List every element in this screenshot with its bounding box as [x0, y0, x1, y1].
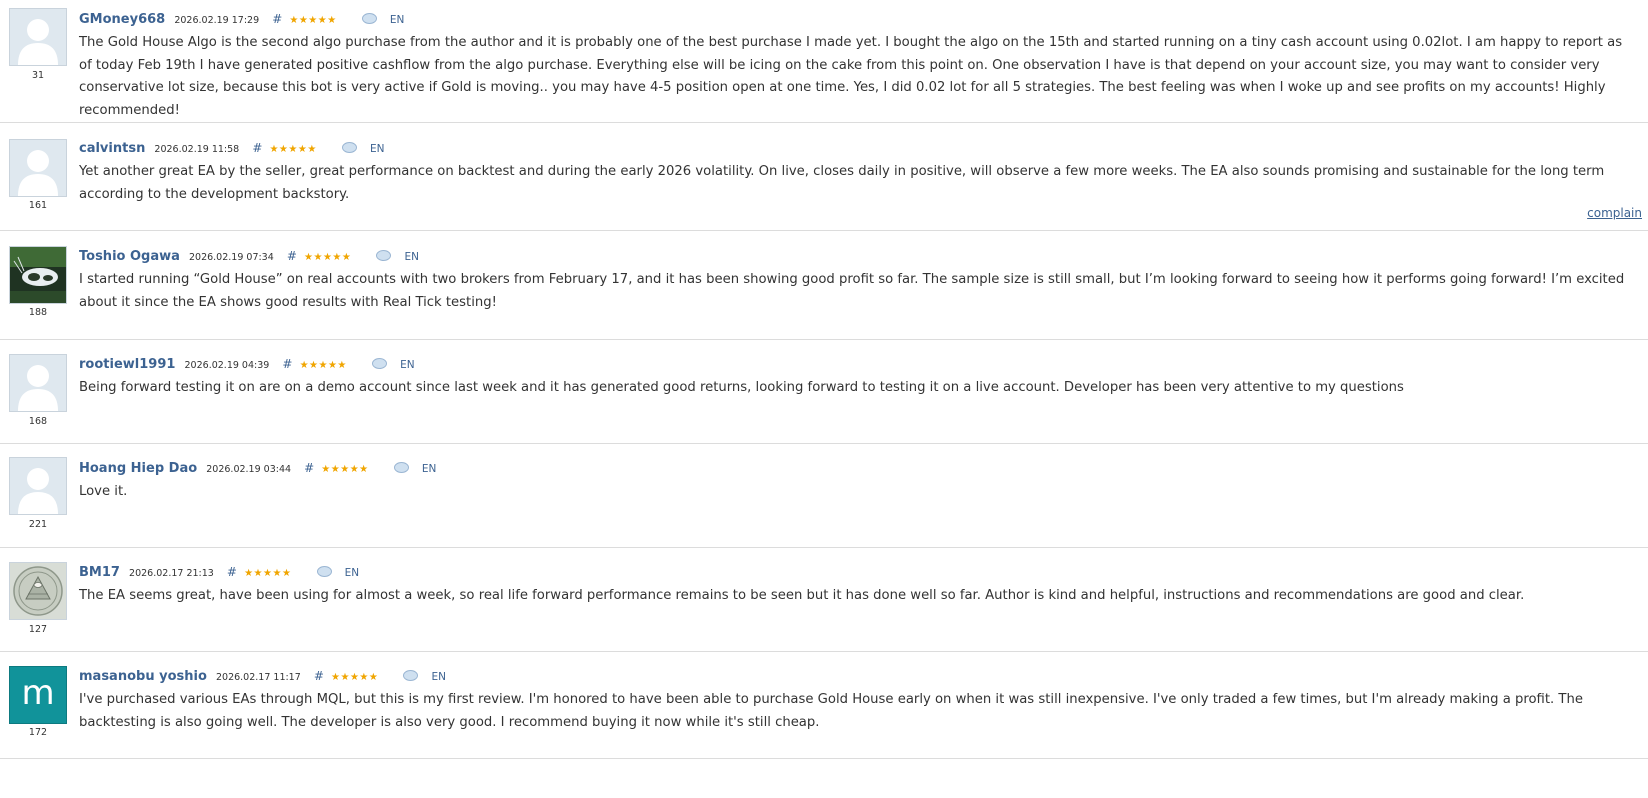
reputation: 31	[31, 70, 45, 81]
reputation: 161	[28, 200, 48, 211]
speech-bubble-icon[interactable]	[316, 566, 332, 577]
author-link[interactable]: Hoang Hiep Dao	[79, 461, 197, 476]
author-link[interactable]: rootiewl1991	[79, 357, 175, 372]
review-text: I started running “Gold House” on real a…	[79, 272, 1625, 310]
review-date: 2026.02.19 11:58	[154, 144, 240, 155]
author-link[interactable]: masanobu yoshio	[79, 669, 207, 684]
complain-link[interactable]: complain	[1587, 206, 1642, 220]
avatar[interactable]	[9, 457, 67, 515]
review-text: Yet another great EA by the seller, grea…	[79, 164, 1605, 202]
speech-bubble-icon[interactable]	[393, 462, 409, 473]
review-text: The EA seems great, have been using for …	[79, 588, 1525, 603]
divider	[0, 758, 1648, 759]
reputation: 172	[28, 727, 48, 738]
permalink[interactable]: #	[227, 565, 237, 579]
review-item: m 172 masanobu yoshio 2026.02.17 11:17 #…	[0, 652, 1648, 798]
avatar[interactable]	[9, 562, 67, 620]
rating-stars: ★★★★★	[244, 568, 292, 579]
avatar[interactable]: m	[9, 666, 67, 724]
language-tag[interactable]: EN	[370, 143, 385, 155]
rating-stars: ★★★★★	[289, 15, 337, 26]
review-text: Being forward testing it on are on a dem…	[79, 380, 1404, 395]
avatar[interactable]	[9, 246, 67, 304]
permalink[interactable]: #	[272, 12, 282, 26]
permalink[interactable]: #	[252, 141, 262, 155]
review-item: 31 GMoney668 2026.02.19 17:29 # ★★★★★ EN…	[0, 0, 1648, 123]
rating-stars: ★★★★★	[331, 672, 379, 683]
review-item: 168 rootiewl1991 2026.02.19 04:39 # ★★★★…	[0, 340, 1648, 444]
avatar[interactable]	[9, 8, 67, 66]
review-date: 2026.02.19 17:29	[174, 15, 260, 26]
rating-stars: ★★★★★	[269, 144, 317, 155]
permalink[interactable]: #	[314, 669, 324, 683]
review-item: 188 Toshio Ogawa 2026.02.19 07:34 # ★★★★…	[0, 231, 1648, 340]
reviews-list: 31 GMoney668 2026.02.19 17:29 # ★★★★★ EN…	[0, 0, 1648, 798]
reputation: 188	[28, 307, 48, 318]
rating-stars: ★★★★★	[299, 360, 347, 371]
permalink[interactable]: #	[282, 357, 292, 371]
avatar[interactable]	[9, 354, 67, 412]
speech-bubble-icon[interactable]	[376, 250, 392, 261]
language-tag[interactable]: EN	[345, 567, 360, 579]
shrimp-photo-icon	[10, 247, 66, 303]
user-silhouette-icon	[10, 140, 66, 196]
review-date: 2026.02.19 04:39	[184, 360, 270, 371]
speech-bubble-icon[interactable]	[403, 670, 419, 681]
rating-stars: ★★★★★	[304, 252, 352, 263]
speech-bubble-icon[interactable]	[361, 13, 377, 24]
reputation: 221	[28, 519, 48, 530]
review-date: 2026.02.17 11:17	[215, 672, 301, 683]
author-link[interactable]: GMoney668	[79, 12, 165, 27]
review-date: 2026.02.17 21:13	[129, 568, 214, 579]
language-tag[interactable]: EN	[422, 463, 437, 475]
author-link[interactable]: Toshio Ogawa	[79, 249, 180, 264]
dollar-pyramid-icon	[10, 563, 66, 619]
user-silhouette-icon	[10, 355, 66, 411]
rating-stars: ★★★★★	[321, 464, 369, 475]
review-date: 2026.02.19 07:34	[188, 252, 274, 263]
user-silhouette-icon	[10, 9, 66, 65]
reputation: 168	[28, 416, 48, 427]
speech-bubble-icon[interactable]	[341, 142, 357, 153]
author-link[interactable]: BM17	[79, 565, 120, 580]
reputation: 127	[28, 624, 48, 635]
avatar[interactable]	[9, 139, 67, 197]
user-silhouette-icon	[10, 458, 66, 514]
avatar-letter: m	[21, 673, 55, 713]
review-item: 221 Hoang Hiep Dao 2026.02.19 03:44 # ★★…	[0, 444, 1648, 548]
review-text: The Gold House Algo is the second algo p…	[79, 35, 1623, 118]
language-tag[interactable]: EN	[390, 14, 405, 26]
language-tag[interactable]: EN	[400, 359, 415, 371]
speech-bubble-icon[interactable]	[371, 358, 387, 369]
review-text: I've purchased various EAs through MQL, …	[79, 692, 1583, 730]
review-date: 2026.02.19 03:44	[206, 464, 292, 475]
language-tag[interactable]: EN	[405, 251, 420, 263]
review-item: 127 BM17 2026.02.17 21:13 # ★★★★★ EN The…	[0, 548, 1648, 652]
author-link[interactable]: calvintsn	[79, 141, 145, 156]
language-tag[interactable]: EN	[432, 671, 447, 683]
review-text: Love it.	[79, 484, 128, 499]
permalink[interactable]: #	[304, 461, 314, 475]
review-item: 161 calvintsn 2026.02.19 11:58 # ★★★★★ E…	[0, 123, 1648, 231]
permalink[interactable]: #	[287, 249, 297, 263]
